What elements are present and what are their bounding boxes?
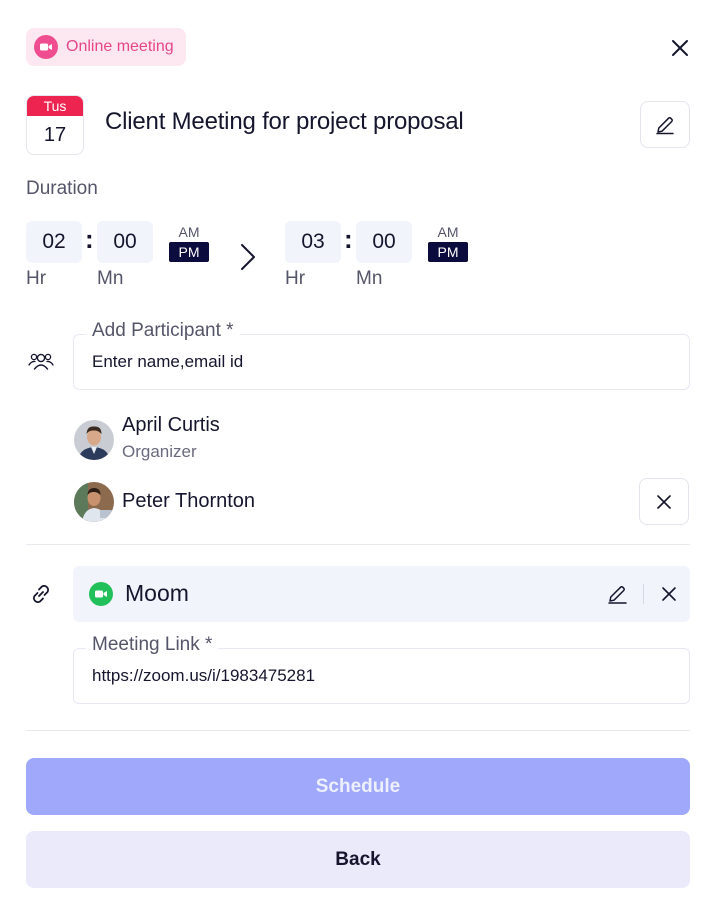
participant-name: April Curtis bbox=[122, 414, 220, 436]
separator bbox=[643, 584, 644, 604]
meeting-app-row: Moom bbox=[73, 566, 690, 622]
event-day: Tus bbox=[27, 96, 83, 116]
close-icon[interactable] bbox=[659, 584, 679, 604]
end-am-option[interactable]: AM bbox=[428, 222, 468, 242]
video-icon bbox=[34, 35, 58, 59]
divider bbox=[26, 730, 690, 731]
end-minute-input[interactable]: 00 bbox=[356, 221, 412, 263]
close-icon bbox=[657, 494, 671, 509]
pencil-icon[interactable] bbox=[605, 582, 631, 606]
participant-input[interactable]: Enter name,email id bbox=[92, 352, 243, 372]
avatar-peter-thornton bbox=[74, 482, 114, 522]
edit-title-button[interactable] bbox=[640, 101, 690, 148]
participant-field[interactable]: Add Participant * Enter name,email id bbox=[73, 320, 690, 390]
participant-name: Peter Thornton bbox=[122, 490, 256, 512]
duration-label: Duration bbox=[26, 178, 98, 199]
event-date: 17 bbox=[43, 124, 67, 146]
end-minute-unit: Mn bbox=[356, 268, 383, 289]
remove-participant-button[interactable] bbox=[639, 478, 689, 525]
start-colon: : bbox=[85, 224, 94, 254]
meeting-link-input[interactable]: https://zoom.us/i/1983475281 bbox=[92, 666, 315, 686]
close-icon bbox=[672, 40, 688, 56]
chevron-right-icon bbox=[241, 244, 255, 270]
event-date-card: Tus 17 bbox=[26, 95, 84, 155]
meeting-app-name: Moom bbox=[125, 580, 189, 606]
start-am-option[interactable]: AM bbox=[169, 222, 209, 242]
pencil-icon bbox=[656, 116, 674, 134]
badge-label: Online meeting bbox=[66, 38, 174, 55]
start-hour-input[interactable]: 02 bbox=[26, 221, 82, 263]
meeting-link-field[interactable]: Meeting Link * https://zoom.us/i/1983475… bbox=[73, 634, 690, 704]
end-pm-option[interactable]: PM bbox=[428, 242, 468, 262]
start-ampm-toggle: AM PM bbox=[169, 222, 209, 262]
online-meeting-badge: Online meeting bbox=[26, 28, 186, 66]
back-button[interactable]: Back bbox=[26, 831, 690, 888]
start-pm-option[interactable]: PM bbox=[169, 242, 209, 262]
start-minute-input[interactable]: 00 bbox=[97, 221, 153, 263]
end-colon: : bbox=[344, 224, 353, 254]
meeting-dialog: Online meeting Tus 17 Client Meeting for… bbox=[0, 0, 720, 920]
event-title: Client Meeting for project proposal bbox=[105, 108, 464, 135]
start-minute-unit: Mn bbox=[97, 268, 124, 289]
end-ampm-toggle: AM PM bbox=[428, 222, 468, 262]
participants-icon bbox=[28, 353, 54, 370]
avatar-april-curtis bbox=[74, 420, 114, 460]
start-hour-unit: Hr bbox=[26, 268, 47, 289]
end-hour-unit: Hr bbox=[285, 268, 306, 289]
schedule-button[interactable]: Schedule bbox=[26, 758, 690, 815]
divider bbox=[26, 544, 690, 545]
link-icon bbox=[33, 585, 49, 603]
meeting-link-label: Meeting Link * bbox=[86, 634, 219, 656]
end-hour-input[interactable]: 03 bbox=[285, 221, 341, 263]
participant-field-label: Add Participant * bbox=[86, 320, 240, 342]
video-app-icon bbox=[89, 582, 113, 606]
participant-role: Organizer bbox=[122, 442, 197, 461]
close-dialog-button[interactable] bbox=[666, 34, 694, 62]
